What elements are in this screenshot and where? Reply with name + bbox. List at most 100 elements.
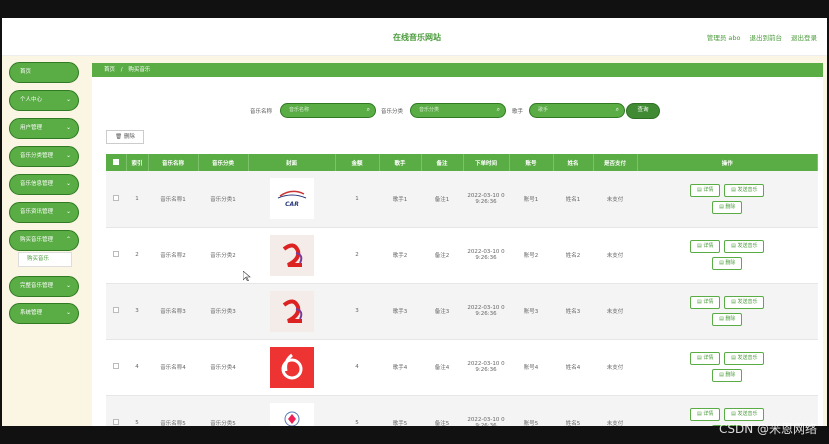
checkbox[interactable] [112,158,119,165]
sidebar-item-full-music[interactable]: 完整音乐管理 ⌄ [9,276,79,297]
submenu-purchase-music[interactable]: 购买音乐 [18,252,72,267]
table-row: 4 音乐名称4 音乐分类4 4 歌手4 备注4 2022-03-10 0 9:26… [106,339,818,396]
query-button[interactable]: 查询 [626,103,660,119]
sidebar-item-purchase[interactable]: 购买音乐管理 ⌃ [9,230,79,251]
cell-note: 备注3 [421,283,463,340]
detail-label: 详情 [703,186,714,193]
site-title: 在线音乐网站 [393,33,441,42]
cell-fullname: 姓名2 [553,227,593,284]
send-music-button[interactable]: ▤ 发送音乐 [724,352,765,365]
sidebar: 首页 个人中心 ⌄ 用户管理 ⌄ 音乐分类管理 ⌄ 音乐信息管理 ⌄ 音乐资讯管理 ⌄ 购… [2,56,86,426]
svg-text:CAR: CAR [285,201,299,208]
sidebar-item-music-news[interactable]: 音乐资讯管理 ⌄ [9,202,79,223]
cell-cover [248,227,335,284]
logout-link[interactable]: 退出登录 [791,32,817,42]
cell-note: 备注1 [421,171,463,228]
checkbox[interactable] [113,419,119,425]
cell-account: 账号3 [509,283,553,340]
row-select[interactable] [106,395,126,426]
table-header-row: 索引 音乐名称 音乐分类 封面 金额 歌手 备注 下单时间 账号 姓名 是否支付… [106,154,818,171]
send-music-label: 发送音乐 [737,355,758,361]
cell-actions: ▤ 详情 ▤ 发送音乐 ▤ 删除 [637,171,818,228]
header-note: 备注 [421,154,464,171]
detail-label: 详情 [703,243,714,249]
row-select[interactable] [106,171,126,228]
singer-input[interactable]: 歌手 ⌕ [529,103,625,118]
cell-amount: 3 [335,283,379,340]
music-name-input[interactable]: 音乐名称 ⌕ [280,103,376,118]
sidebar-item-label: 购买音乐管理 [20,237,54,243]
cell-amount: 5 [335,395,379,426]
header-select-all[interactable] [106,154,127,171]
sidebar-item-profile[interactable]: 个人中心 ⌄ [9,90,79,111]
detail-button[interactable]: ▤ 详情 [690,240,721,253]
send-music-button[interactable]: ▤ 发送音乐 [724,296,765,309]
cell-singer: 歌手4 [379,339,421,396]
table-row: 5 音乐名称5 音乐分类5 5 歌手5 备注5 2022-03-10 0 9:26… [106,395,818,426]
header-music-category: 音乐分类 [198,154,249,171]
cell-actions: ▤ 详情 ▤ 发送音乐 ▤ 删除 [637,339,818,396]
header-order-time: 下单时间 [463,154,510,171]
cell-paid: 未支付 [593,283,637,340]
exit-to-frontend-link[interactable]: 退出到前台 [750,32,783,42]
cell-singer: 歌手2 [379,227,421,284]
search-icon: ⌕ [496,106,500,113]
music-name-label: 音乐名称 [250,109,273,115]
detail-button[interactable]: ▤ 详情 [690,408,721,421]
sidebar-item-home[interactable]: 首页 [9,62,79,83]
order-clock: 9:26:36 [475,255,497,261]
checkbox[interactable] [113,251,119,257]
cell-order-time: 2022-03-10 0 9:26:36 [463,283,509,340]
delete-button[interactable]: ▤ 删除 [712,369,743,382]
admin-label: 管理员 abo [706,34,741,42]
header-music-name: 音乐名称 [148,154,199,171]
delete-button[interactable]: ▤ 删除 [712,200,743,214]
send-music-button[interactable]: ▤ 发送音乐 [724,183,765,197]
chevron-down-icon: ⌄ [65,96,71,103]
detail-button[interactable]: ▤ 详情 [690,352,721,365]
header-singer: 歌手 [379,154,422,171]
sidebar-item-label: 用户管理 [20,125,43,131]
cover-image: CAR [269,178,314,220]
cell-amount: 1 [335,171,379,228]
singer-label: 歌手 [512,109,524,115]
checkbox[interactable] [113,363,119,369]
cell-note: 备注4 [421,339,463,396]
header-paid: 是否支付 [593,154,638,171]
sidebar-item-music-info[interactable]: 音乐信息管理 ⌄ [9,174,79,195]
checkbox[interactable] [113,194,119,201]
delete-button[interactable]: ▤ 删除 [712,257,743,270]
breadcrumb-home[interactable]: 首页 [104,67,115,73]
checkbox[interactable] [113,307,119,313]
video-frame: 在线音乐网站 管理员 abo 退出到前台 退出登录 首页 个人中心 ⌄ 用户管理 ⌄… [0,0,829,444]
purchase-table: 索引 音乐名称 音乐分类 封面 金额 歌手 备注 下单时间 账号 姓名 是否支付… [106,154,818,426]
row-select[interactable] [106,339,126,396]
cell-music-name: 音乐名称2 [148,227,198,284]
chevron-down-icon: ⌄ [65,282,71,289]
detail-button[interactable]: ▤ 详情 [690,183,721,197]
detail-button[interactable]: ▤ 详情 [690,296,721,309]
sidebar-item-users[interactable]: 用户管理 ⌄ [9,118,79,139]
sidebar-item-label: 音乐资讯管理 [20,209,54,215]
sidebar-item-system[interactable]: 系统管理 ⌄ [9,303,79,324]
cell-music-category: 音乐分类1 [198,171,248,228]
cell-note: 备注2 [421,227,463,284]
row-select[interactable] [106,283,126,340]
row-select[interactable] [106,227,126,284]
cell-order-time: 2022-03-10 0 9:26:36 [463,171,509,228]
music-category-placeholder: 音乐分类 [419,107,440,113]
order-clock: 9:26:36 [475,198,497,205]
batch-delete-button[interactable]: 🗑 删除 [106,130,144,144]
delete-label: 删除 [725,372,736,378]
cell-music-name: 音乐名称4 [148,339,198,396]
cell-cover: CAR [248,171,335,228]
sidebar-item-music-category[interactable]: 音乐分类管理 ⌄ [9,146,79,167]
cell-music-category: 音乐分类2 [198,227,248,284]
search-bar: 音乐名称 音乐名称 ⌕ 音乐分类 音乐分类 ⌕ 歌手 歌手 ⌕ 查询 [92,103,823,119]
mouse-cursor-icon [243,271,251,281]
music-category-input[interactable]: 音乐分类 ⌕ [410,103,506,118]
cell-music-name: 音乐名称5 [148,395,198,426]
cell-paid: 未支付 [593,395,637,426]
delete-button[interactable]: ▤ 删除 [712,313,743,326]
send-music-button[interactable]: ▤ 发送音乐 [724,240,765,253]
